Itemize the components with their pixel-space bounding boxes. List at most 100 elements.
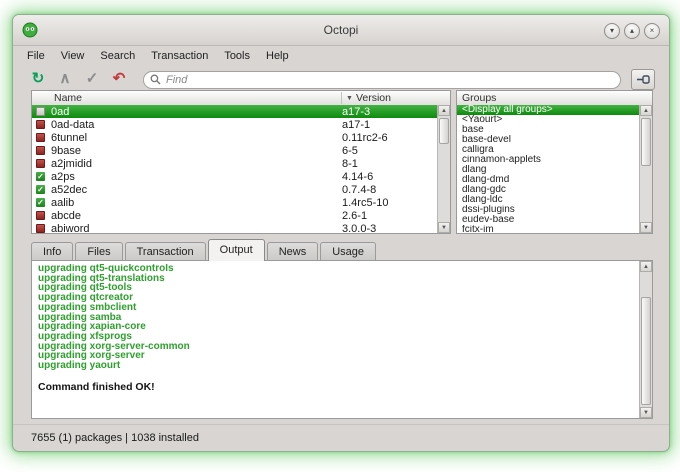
groups-header: Groups [457, 91, 652, 106]
output-scrollbar[interactable]: ▲ ▼ [639, 261, 652, 418]
package-status-icon [36, 211, 45, 220]
package-version: 3.0.0-3 [342, 223, 437, 234]
commit-button[interactable]: ✓ [81, 69, 103, 89]
group-item[interactable]: fcitx-im [457, 225, 639, 233]
group-item[interactable]: dlang-dmd [457, 175, 639, 185]
package-name: abiword [51, 223, 342, 234]
tab-news[interactable]: News [267, 242, 319, 261]
group-item[interactable]: calligra [457, 145, 639, 155]
package-name: 0ad-data [51, 119, 342, 131]
package-row[interactable]: a2jmidid8-1 [32, 157, 437, 170]
detail-tabs: InfoFilesTransactionOutputNewsUsage [31, 239, 378, 261]
package-row[interactable]: ✓aalib1.4rc5-10 [32, 196, 437, 209]
menu-search[interactable]: Search [92, 48, 143, 64]
close-button[interactable]: × [644, 23, 660, 39]
scroll-up-icon[interactable]: ▲ [438, 105, 450, 116]
tab-usage[interactable]: Usage [320, 242, 376, 261]
screen: Octopi ▾▴× FileViewSearchTransactionTool… [0, 0, 680, 472]
group-item[interactable]: <Yaourt> [457, 115, 639, 125]
groups-panel: Groups <Display all groups><Yaourt>baseb… [456, 90, 653, 234]
package-row[interactable]: 0ad-dataa17-1 [32, 118, 437, 131]
package-version: 8-1 [342, 158, 437, 170]
package-row[interactable]: abcde2.6-1 [32, 209, 437, 222]
output-final: Command finished OK! [32, 381, 639, 393]
groups-header-label: Groups [457, 92, 496, 104]
column-version-label: Version [356, 92, 391, 104]
groups-scrollbar[interactable]: ▲ ▼ [639, 105, 652, 233]
maximize-button[interactable]: ▴ [624, 23, 640, 39]
menu-help[interactable]: Help [258, 48, 297, 64]
package-status-icon [36, 224, 45, 233]
output-line: upgrading yaourt [32, 361, 639, 371]
scroll-up-icon[interactable]: ▲ [640, 105, 652, 116]
window-title: Octopi [13, 23, 669, 37]
package-status-icon [36, 107, 45, 116]
group-item[interactable]: dlang-gdc [457, 185, 639, 195]
package-status-icon [36, 146, 45, 155]
window-buttons: ▾▴× [604, 23, 660, 39]
scroll-thumb[interactable] [439, 118, 449, 144]
scroll-thumb[interactable] [641, 118, 651, 166]
group-item[interactable]: dlang [457, 165, 639, 175]
package-version: 2.6-1 [342, 210, 437, 222]
group-item[interactable]: cinnamon-applets [457, 155, 639, 165]
package-name: 9base [51, 145, 342, 157]
toolbar: ↻ ∧ ✓ ↶ [13, 66, 669, 92]
installed-check-icon: ✓ [36, 198, 45, 207]
options-button[interactable] [631, 69, 655, 90]
column-version[interactable]: ▼ Version [341, 92, 450, 104]
tab-transaction[interactable]: Transaction [125, 242, 206, 261]
group-item[interactable]: base [457, 125, 639, 135]
menu-view[interactable]: View [53, 48, 93, 64]
scroll-thumb[interactable] [641, 297, 651, 405]
group-item[interactable]: <Display all groups> [457, 105, 639, 115]
package-row[interactable]: ✓a2ps4.14-6 [32, 170, 437, 183]
group-item[interactable]: dlang-ldc [457, 195, 639, 205]
menu-file[interactable]: File [19, 48, 53, 64]
tab-files[interactable]: Files [75, 242, 122, 261]
commit-icon: ✓ [86, 70, 99, 88]
system-upgrade-button[interactable]: ∧ [54, 69, 76, 89]
output-lines: upgrading qt5-quickcontrolsupgrading qt5… [32, 264, 639, 418]
package-row[interactable]: abiword3.0.0-3 [32, 222, 437, 233]
package-row[interactable]: 0ada17-3 [32, 105, 437, 118]
package-version: 0.7.4-8 [342, 184, 437, 196]
package-row[interactable]: ✓a52dec0.7.4-8 [32, 183, 437, 196]
toolbar-buttons: ↻ ∧ ✓ ↶ [27, 69, 135, 89]
output-line: upgrading xorg-server [32, 351, 639, 361]
package-version: 6-5 [342, 145, 437, 157]
output-pane: upgrading qt5-quickcontrolsupgrading qt5… [31, 260, 653, 419]
group-item[interactable]: eudev-base [457, 215, 639, 225]
find-wrap [143, 70, 621, 89]
package-name: a2jmidid [51, 158, 342, 170]
package-row[interactable]: 9base6-5 [32, 144, 437, 157]
minimize-button[interactable]: ▾ [604, 23, 620, 39]
title-bar[interactable]: Octopi ▾▴× [13, 15, 669, 46]
package-status-icon [36, 133, 45, 142]
rollback-button[interactable]: ↶ [108, 69, 130, 89]
package-version: 4.14-6 [342, 171, 437, 183]
column-name[interactable]: Name [32, 92, 341, 104]
menu-transaction[interactable]: Transaction [143, 48, 216, 64]
package-table-header[interactable]: Name ▼ Version [32, 91, 450, 106]
sync-database-button[interactable]: ↻ [27, 69, 49, 89]
tab-info[interactable]: Info [31, 242, 73, 261]
sort-descending-icon: ▼ [346, 95, 353, 102]
output-line: upgrading smbclient [32, 303, 639, 313]
scroll-down-icon[interactable]: ▼ [438, 222, 450, 233]
sync-database-icon: ↻ [32, 70, 45, 88]
status-text: 7655 (1) packages | 1038 installed [31, 432, 199, 444]
tab-output[interactable]: Output [208, 239, 265, 261]
group-item[interactable]: dssi-plugins [457, 205, 639, 215]
installed-check-icon: ✓ [36, 185, 45, 194]
package-scrollbar[interactable]: ▲ ▼ [437, 105, 450, 233]
connector-icon [637, 75, 650, 84]
group-item[interactable]: base-devel [457, 135, 639, 145]
menu-tools[interactable]: Tools [216, 48, 258, 64]
scroll-down-icon[interactable]: ▼ [640, 407, 652, 418]
package-row[interactable]: 6tunnel0.11rc2-6 [32, 131, 437, 144]
find-input[interactable] [143, 71, 621, 89]
package-name: aalib [51, 197, 342, 209]
scroll-up-icon[interactable]: ▲ [640, 261, 652, 272]
scroll-down-icon[interactable]: ▼ [640, 222, 652, 233]
